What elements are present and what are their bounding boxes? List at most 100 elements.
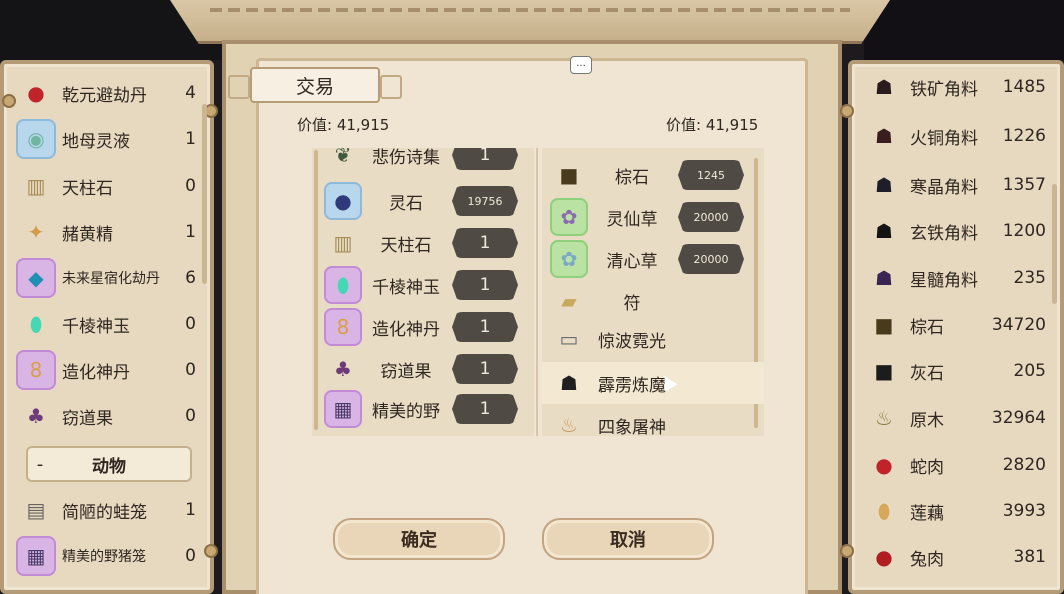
meat-icon: ● (875, 545, 893, 569)
item-name: 兔肉 (910, 549, 944, 570)
right-scrollbar[interactable] (1052, 184, 1057, 304)
chat-icon[interactable]: ... (570, 56, 592, 74)
gourd-icon: 8 (324, 308, 362, 346)
trade-row[interactable]: ⬮ 千棱神玉 1 (312, 264, 534, 306)
list-item[interactable]: ♣ 窃道果 0 (16, 393, 196, 439)
left-scrollbar[interactable] (202, 104, 207, 284)
item-name: 原木 (910, 410, 944, 431)
collapse-toggle[interactable]: - (28, 454, 52, 475)
scroll-rod-icon (840, 544, 854, 558)
quantity-field[interactable]: 20000 (678, 244, 744, 274)
roof-decoration (170, 0, 890, 44)
item-name: 蛇肉 (910, 457, 944, 478)
quantity-field[interactable]: 1 (452, 354, 518, 384)
list-item[interactable]: ◉ 地母灵液 1 (16, 116, 196, 162)
list-item[interactable]: ☗ 寒晶角料 1357 (864, 162, 1046, 208)
herb-icon: ✿ (550, 240, 588, 278)
list-item[interactable]: ◆ 未来星宿化劫丹 6 (16, 255, 196, 301)
list-item[interactable]: ▥ 天柱石 0 (16, 163, 196, 209)
wood-icon: ♨ (875, 406, 893, 430)
trade-row[interactable]: ♣ 窃道果 1 (312, 348, 534, 390)
left-inventory-list: ● 乾元避劫丹 4 ◉ 地母灵液 1 ▥ 天柱石 0 ✦ 赭黄精 1 ◆ 未来星… (16, 78, 196, 590)
item-count: 6 (185, 268, 196, 288)
item-name: 寒晶角料 (910, 177, 978, 198)
list-item[interactable]: ▦ 精美的野猪笼 0 (16, 533, 196, 579)
item-name: 千棱神玉 (62, 316, 130, 337)
item-count: 32964 (991, 408, 1046, 428)
trade-row[interactable]: ▭ 惊波霓光 (542, 318, 764, 360)
trade-row[interactable]: ❦ 悲伤诗集 1 (312, 148, 534, 176)
trade-list-right: ■ 棕石 1245 ✿ 灵仙草 20000 ✿ 清心草 20000 ▰ 符 ▭ … (542, 148, 764, 436)
list-item[interactable]: ☗ 星髓角料 235 (864, 255, 1046, 301)
quantity-field[interactable]: 1 (452, 270, 518, 300)
quantity-field[interactable]: 1 (452, 148, 518, 170)
list-item[interactable]: ● 乾元避劫丹 4 (16, 78, 196, 116)
item-count: 3993 (1002, 501, 1046, 521)
list-item[interactable]: ☗ 火铜角料 1226 (864, 113, 1046, 159)
trade-row[interactable]: ✿ 灵仙草 20000 (542, 196, 764, 238)
ore-icon: ☗ (875, 124, 893, 148)
item-count: 1 (185, 500, 196, 520)
trade-row[interactable]: ■ 棕石 1245 (542, 154, 764, 196)
list-item[interactable]: ■ 棕石 34720 (864, 302, 1046, 348)
quantity-field[interactable]: 1245 (678, 160, 744, 190)
item-count: 235 (1013, 268, 1046, 288)
ore-icon: ☗ (875, 78, 893, 99)
trade-item-name: 四象屠神 (598, 417, 666, 437)
item-count: 0 (185, 406, 196, 426)
trade-item-name: 造化神丹 (372, 319, 440, 340)
trade-row[interactable]: ✿ 清心草 20000 (542, 238, 764, 280)
cancel-button[interactable]: 取消 (542, 518, 714, 560)
trade-row[interactable]: ▦ 精美的野 1 (312, 388, 534, 430)
scroll-rod-icon (2, 94, 16, 108)
list-item[interactable]: ● 蛇肉 2820 (864, 442, 1046, 488)
ore-icon: ☗ (875, 266, 893, 290)
item-count: 1 (185, 222, 196, 242)
list-item[interactable]: ☗ 铁矿角料 1485 (864, 78, 1046, 110)
fruit-icon: ♣ (27, 404, 45, 428)
list-item[interactable]: ⬮ 千棱神玉 0 (16, 301, 196, 347)
category-header-animal[interactable]: - 动物 (26, 446, 192, 482)
item-name: 棕石 (910, 317, 944, 338)
quantity-field[interactable]: 1 (452, 312, 518, 342)
list-item[interactable]: ⬮ 莲藕 3993 (864, 488, 1046, 534)
item-count: 1226 (1002, 126, 1046, 146)
trade-row-selected[interactable]: ☗ 霹雳炼魔 (542, 362, 764, 404)
item-name: 简陋的蛙笼 (62, 502, 147, 523)
item-count: 2820 (1002, 455, 1046, 475)
lotus-root-icon: ⬮ (877, 499, 891, 523)
item-count: 1357 (1002, 175, 1046, 195)
trade-item-name: 千棱神玉 (372, 277, 440, 298)
item-count: 381 (1013, 547, 1046, 567)
list-item[interactable]: ✦ 赭黄精 1 (16, 209, 196, 255)
brown-stone-icon: ■ (559, 163, 579, 187)
list-item[interactable]: ♨ 原木 32964 (864, 395, 1046, 441)
list-item[interactable]: 8 造化神丹 0 (16, 347, 196, 393)
coal-icon: ☗ (560, 371, 578, 395)
talisman-icon: ▰ (561, 289, 577, 313)
stone-pillar-icon: ▥ (26, 174, 46, 198)
list-item[interactable]: ☗ 玄铁角料 1200 (864, 208, 1046, 254)
scroll-rod-icon (840, 104, 854, 118)
jade-icon: ⬮ (324, 266, 362, 304)
jade-icon: ⬮ (29, 312, 43, 336)
confirm-button[interactable]: 确定 (333, 518, 505, 560)
quantity-field[interactable]: 20000 (678, 202, 744, 232)
fancy-cage-icon: ▦ (16, 536, 56, 576)
trade-row[interactable]: ● 灵石 19756 (312, 180, 534, 222)
list-item[interactable]: ● 兔肉 381 (864, 534, 1046, 580)
trade-item-name: 窃道果 (380, 361, 432, 382)
list-item[interactable]: ■ 灰石 205 (864, 348, 1046, 394)
trade-row[interactable]: ▥ 天柱石 1 (312, 222, 534, 264)
quantity-field[interactable]: 19756 (452, 186, 518, 216)
trade-row[interactable]: ♨ 四象屠神 (542, 404, 764, 436)
item-name: 火铜角料 (910, 128, 978, 149)
quantity-field[interactable]: 1 (452, 394, 518, 424)
brown-stone-icon: ■ (874, 313, 894, 337)
trade-row[interactable]: 8 造化神丹 1 (312, 306, 534, 348)
list-item[interactable]: ▤ 简陋的蛙笼 1 (16, 487, 196, 533)
trade-row[interactable]: ▰ 符 (542, 280, 764, 322)
item-name: 天柱石 (62, 178, 113, 199)
quantity-field[interactable]: 1 (452, 228, 518, 258)
ore-icon: ☗ (875, 219, 893, 243)
